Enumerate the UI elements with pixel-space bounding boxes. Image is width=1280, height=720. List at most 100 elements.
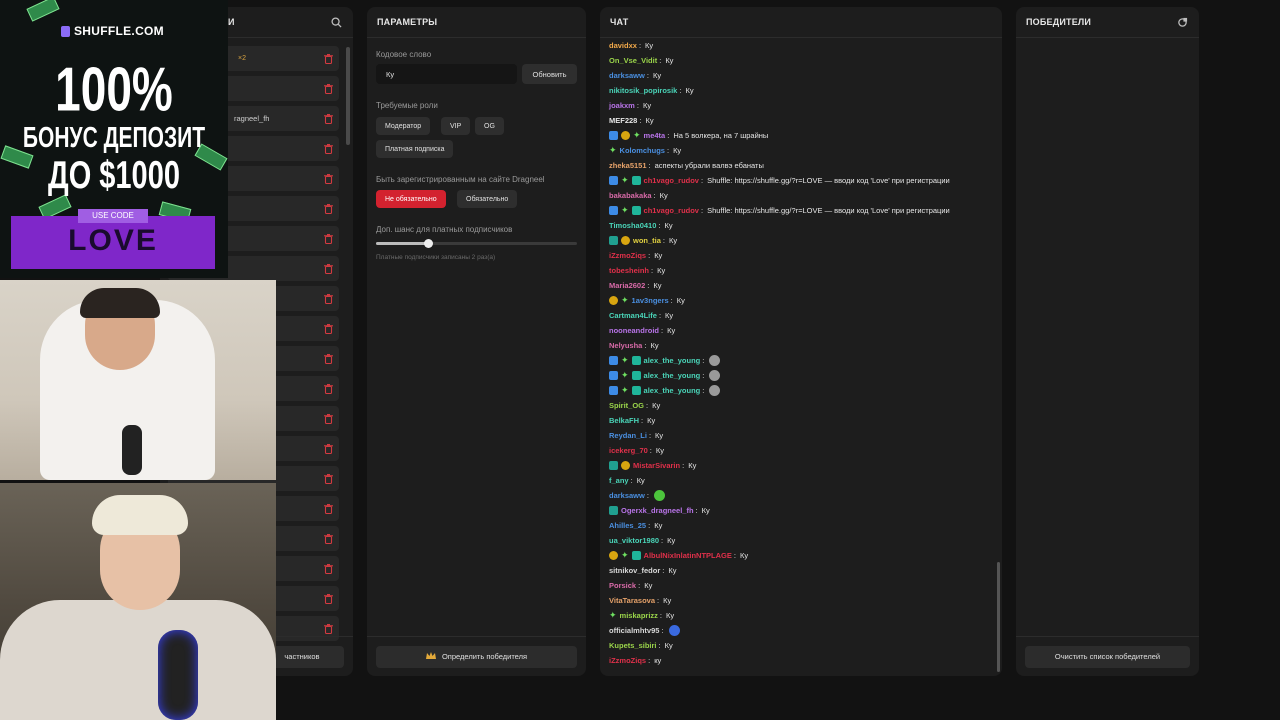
trash-icon[interactable] (324, 174, 333, 185)
trash-icon[interactable] (324, 294, 333, 305)
chat-username[interactable]: ua_viktor1980 (609, 536, 659, 545)
chat-message: f_any: Ку (609, 473, 994, 488)
trash-icon[interactable] (324, 444, 333, 455)
bonus-slider-knob[interactable] (424, 239, 434, 248)
chat-separator: : (700, 206, 704, 215)
chat-separator: : (695, 506, 698, 515)
chat-username[interactable]: ch1vago_rudov (644, 206, 699, 215)
chat-username[interactable]: tobesheinh (609, 266, 649, 275)
chat-username[interactable]: joakxm (609, 101, 635, 110)
chat-separator: : (648, 251, 651, 260)
chat-username[interactable]: f_any (609, 476, 629, 485)
chat-username[interactable]: BelkaFH (609, 416, 639, 425)
chat-separator: : (700, 176, 704, 185)
chat-username[interactable]: icekerg_70 (609, 446, 648, 455)
chat-username[interactable]: Timosha0410 (609, 221, 656, 230)
chat-scrollbar[interactable] (997, 562, 1000, 672)
required-toggle[interactable]: Обязательно (457, 190, 518, 208)
role-moderator-chip[interactable]: Модератор (376, 117, 431, 135)
chat-username[interactable]: Ogerxk_dragneel_fh (621, 506, 694, 515)
chat-separator: : (630, 476, 633, 485)
trash-icon[interactable] (324, 354, 333, 365)
role-paid-sub-chip[interactable]: Платная подписка (376, 140, 454, 158)
not-required-toggle[interactable]: Не обязательно (376, 190, 446, 208)
chat-username[interactable]: me4ta (644, 131, 666, 140)
chat-username[interactable]: davidxx (609, 41, 637, 50)
chat-username[interactable]: VitaTarasova (609, 596, 655, 605)
clear-winners-button[interactable]: Очистить список победителей (1025, 645, 1190, 668)
chat-username[interactable]: MistarSivarin (633, 461, 680, 470)
trash-icon[interactable] (324, 534, 333, 545)
mod-badge-icon (609, 206, 618, 215)
chat-username[interactable]: 1av3ngers (632, 296, 669, 305)
chat-username[interactable]: ch1vago_rudov (644, 176, 699, 185)
bonus-slider-fill (376, 242, 429, 245)
chat-username[interactable]: zheka5151 (609, 161, 647, 170)
chat-message: Ahilles_25: Ку (609, 518, 994, 533)
trash-icon[interactable] (324, 264, 333, 275)
trash-icon[interactable] (324, 624, 333, 635)
trash-icon[interactable] (324, 54, 333, 65)
chat-text: Ку (673, 146, 682, 155)
chat-username[interactable]: Reydan_Li (609, 431, 647, 440)
chat-username[interactable]: alex_the_young (644, 386, 701, 395)
pick-winner-button[interactable]: Определить победителя (376, 645, 577, 668)
microphone-icon (158, 630, 198, 720)
chat-username[interactable]: won_tia (633, 236, 661, 245)
trash-icon[interactable] (324, 474, 333, 485)
trash-icon[interactable] (324, 114, 333, 125)
bonus-slider[interactable] (376, 239, 577, 248)
role-vip-chip[interactable]: VIP (441, 117, 471, 135)
chat-username[interactable]: officialmhtv95 (609, 626, 659, 635)
star-badge-icon: ✦ (621, 370, 629, 380)
chat-username[interactable]: Cartman4Life (609, 311, 657, 320)
chat-username[interactable]: alex_the_young (644, 356, 701, 365)
role-og-chip[interactable]: OG (475, 117, 504, 135)
chat-username[interactable]: Nelyusha (609, 341, 642, 350)
search-icon[interactable] (329, 15, 343, 29)
trash-icon[interactable] (324, 84, 333, 95)
refresh-icon[interactable] (1175, 15, 1189, 29)
chat-username[interactable]: Ahilles_25 (609, 521, 646, 530)
chat-username[interactable]: Kupets_sibiri (609, 641, 657, 650)
trash-icon[interactable] (324, 594, 333, 605)
chat-username[interactable]: iZzmoZiqs (609, 656, 646, 665)
participants-scrollbar[interactable] (346, 47, 350, 145)
star-badge-icon: ✦ (621, 205, 629, 215)
chat-text: Ку (665, 56, 674, 65)
trash-icon[interactable] (324, 324, 333, 335)
chat-separator: : (661, 626, 664, 635)
chat-username[interactable]: Kolomchugs (620, 146, 665, 155)
chat-separator: : (658, 221, 661, 230)
chat-username[interactable]: Porsick (609, 581, 636, 590)
chat-text: Ку (653, 281, 662, 290)
chat-message: ✦ ch1vago_rudov: Shuffle: https://shuffle.… (609, 173, 994, 188)
chat-username[interactable]: darksaww (609, 71, 645, 80)
chat-username[interactable]: Spirit_OG (609, 401, 644, 410)
chat-username[interactable]: alex_the_young (644, 371, 701, 380)
trash-icon[interactable] (324, 504, 333, 515)
chat-username[interactable]: bakabakaka (609, 191, 652, 200)
sub-badge-icon (609, 236, 618, 245)
chat-username[interactable]: sitnikov_fedor (609, 566, 660, 575)
chat-username[interactable]: darksaww (609, 491, 645, 500)
trash-icon[interactable] (324, 204, 333, 215)
trash-icon[interactable] (324, 564, 333, 575)
trash-icon[interactable] (324, 384, 333, 395)
star-badge-icon: ✦ (633, 130, 641, 140)
trash-icon[interactable] (324, 414, 333, 425)
update-button[interactable]: Обновить (522, 64, 577, 84)
chat-username[interactable]: iZzmoZiqs (609, 251, 646, 260)
chat-message: ua_viktor1980: Ку (609, 533, 994, 548)
chat-username[interactable]: Maria2602 (609, 281, 645, 290)
chat-username[interactable]: AlbulNixInlatinNTPLAGE (644, 551, 732, 560)
chat-username[interactable]: nikitosik_popirosik (609, 86, 677, 95)
chat-text: Ку (654, 521, 663, 530)
trash-icon[interactable] (324, 234, 333, 245)
chat-username[interactable]: miskaprizz (620, 611, 658, 620)
chat-username[interactable]: On_Vse_Vidit (609, 56, 657, 65)
chat-username[interactable]: MEF228 (609, 116, 637, 125)
chat-username[interactable]: nooneandroid (609, 326, 659, 335)
keyword-input[interactable]: Ку (376, 64, 517, 84)
trash-icon[interactable] (324, 144, 333, 155)
